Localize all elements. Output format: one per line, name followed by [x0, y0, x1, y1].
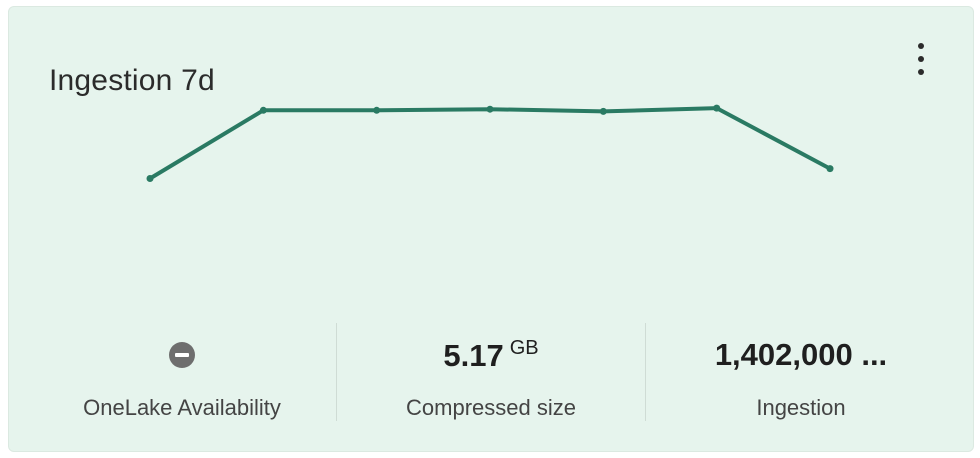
- data-point: [826, 165, 834, 173]
- data-point: [486, 105, 494, 113]
- data-point: [259, 106, 267, 114]
- metric-ingestion: 1,402,000 ... Ingestion: [646, 325, 956, 425]
- metric-label: Ingestion: [756, 395, 846, 420]
- metric-unit: GB: [509, 337, 539, 359]
- metric-onelake-availability: OneLake Availability: [29, 325, 335, 425]
- data-point: [599, 107, 607, 115]
- ingestion-card: Ingestion 7d OneLake Availability 5.17 GB…: [8, 6, 974, 452]
- metric-compressed-size: 5.17 GB Compressed size: [337, 325, 645, 425]
- series-line: [148, 106, 832, 181]
- metric-label: OneLake Availability: [83, 395, 281, 420]
- metric-number: 5.17: [443, 338, 504, 373]
- metric-value: 1,402,000 ...: [714, 337, 888, 372]
- ingestion-line-chart: [146, 104, 834, 182]
- data-point: [373, 106, 381, 114]
- metric-value: 5.17 GB: [337, 337, 645, 374]
- status-disabled-icon: [169, 342, 195, 368]
- data-point: [713, 104, 721, 112]
- data-point: [146, 175, 154, 182]
- metric-label: Compressed size: [406, 395, 576, 420]
